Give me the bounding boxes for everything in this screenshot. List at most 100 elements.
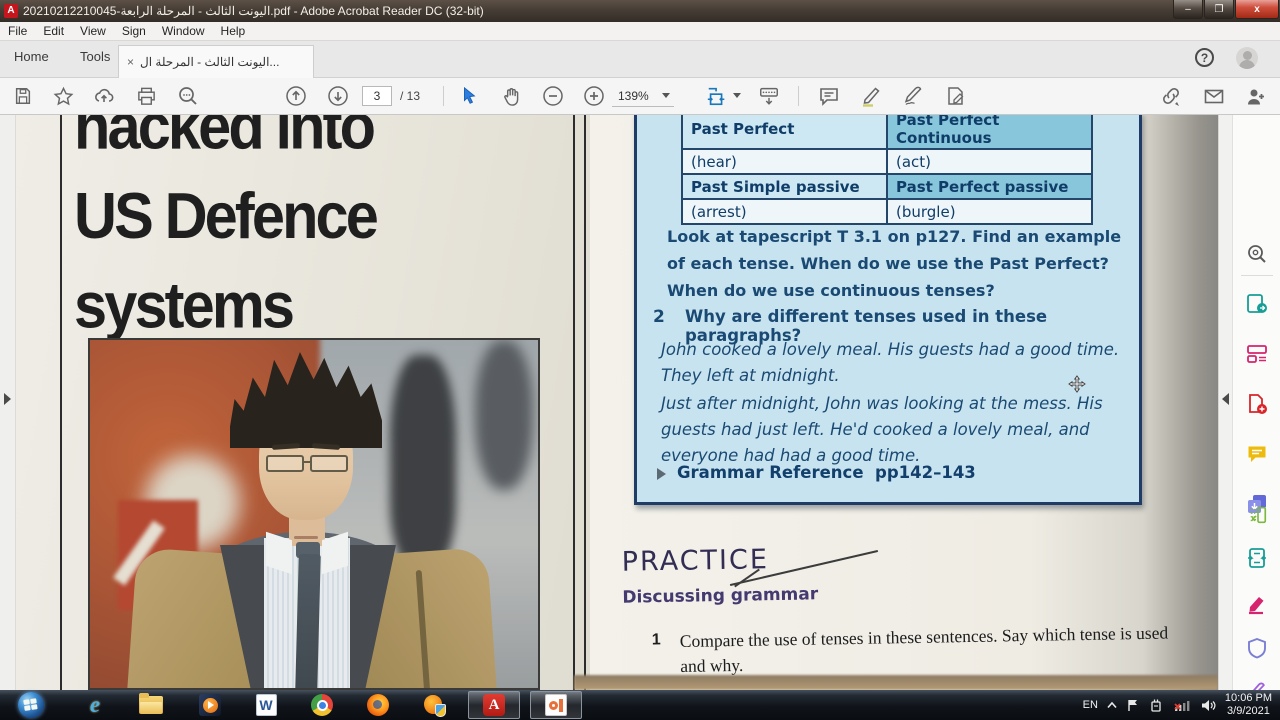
- highlight-icon[interactable]: [860, 85, 882, 107]
- menu-edit[interactable]: Edit: [35, 24, 72, 38]
- practice-subtitle: Discussing grammar: [622, 584, 819, 608]
- taskbar-security-app[interactable]: [410, 691, 458, 719]
- taskbar-powerpoint-active[interactable]: [530, 691, 582, 719]
- media-player-icon: [199, 694, 221, 716]
- zoom-dropdown-caret[interactable]: [662, 93, 670, 98]
- menu-help[interactable]: Help: [213, 24, 254, 38]
- table-row: Past Perfect Past Perfect Continuous: [681, 115, 1093, 150]
- account-avatar[interactable]: [1236, 47, 1258, 69]
- powerpoint-icon: [545, 694, 567, 716]
- example-paragraph: John cooked a lovely meal. His guests ha…: [661, 340, 1120, 385]
- firefox-icon: [367, 694, 389, 716]
- tab-document[interactable]: × اليونت الثالث - المرحلة ال...: [118, 45, 314, 78]
- star-favorite-icon[interactable]: [52, 85, 74, 107]
- windows-flag-icon: [23, 698, 39, 712]
- clock-date: 3/9/2021: [1227, 705, 1270, 717]
- taskbar-clock[interactable]: 10:06 PM 3/9/2021: [1225, 692, 1272, 718]
- tense-table: Past Perfect Past Perfect Continuous (he…: [681, 115, 1093, 225]
- zoom-level-value[interactable]: 139%: [618, 89, 649, 103]
- menu-file[interactable]: File: [0, 24, 35, 38]
- collapse-tools-pane-icon[interactable]: [1222, 393, 1229, 405]
- tab-tools[interactable]: Tools: [80, 49, 110, 64]
- minimize-button[interactable]: –: [1173, 0, 1203, 19]
- taskbar-internet-explorer[interactable]: e: [72, 691, 118, 719]
- organize-pages-icon[interactable]: [1248, 505, 1270, 527]
- redact-icon[interactable]: [1246, 593, 1268, 615]
- help-icon[interactable]: ?: [1195, 48, 1214, 67]
- scrollbar[interactable]: [1218, 115, 1232, 690]
- nav-pane-strip[interactable]: [0, 115, 16, 690]
- edit-tools-icon[interactable]: [944, 85, 966, 107]
- fit-dropdown-caret[interactable]: [733, 93, 741, 98]
- table-cell: (arrest): [681, 198, 888, 225]
- item-number: 1: [651, 631, 661, 649]
- protect-icon[interactable]: [1246, 637, 1268, 659]
- expand-nav-pane-icon[interactable]: [4, 393, 11, 405]
- tab-home[interactable]: Home: [14, 49, 49, 64]
- network-offline-icon[interactable]: [1173, 698, 1191, 713]
- comment-tool-icon[interactable]: [1246, 443, 1268, 465]
- mouse-move-cursor: [1068, 375, 1086, 393]
- print-icon[interactable]: [135, 85, 157, 107]
- taskbar-file-explorer[interactable]: [126, 691, 176, 719]
- compress-pdf-icon[interactable]: [1246, 547, 1268, 569]
- column-rule: [60, 115, 62, 690]
- column-rule: [573, 115, 575, 690]
- table-row: (arrest) (burgle): [681, 198, 1093, 225]
- tab-bar: Home Tools × اليونت الثالث - المرحلة ال.…: [0, 41, 1280, 78]
- comment-icon[interactable]: [818, 85, 840, 107]
- window-title: 20210212210045-اليونت الثالث - المرحلة ا…: [23, 4, 484, 18]
- table-row: (hear) (act): [681, 148, 1093, 175]
- language-indicator[interactable]: EN: [1083, 699, 1098, 711]
- find-icon[interactable]: [177, 85, 199, 107]
- tab-close-icon[interactable]: ×: [127, 55, 134, 69]
- fill-sign-icon[interactable]: [902, 85, 924, 107]
- page-up-icon[interactable]: [285, 85, 307, 107]
- export-pdf-icon[interactable]: [1246, 293, 1268, 315]
- toolbar-menu-icon[interactable]: [758, 85, 780, 107]
- item-text: Compare the use of tenses in these sente…: [679, 622, 1169, 677]
- zoom-in-icon[interactable]: [583, 85, 605, 107]
- send-mail-icon[interactable]: [1203, 85, 1225, 107]
- save-icon[interactable]: [12, 85, 34, 107]
- acrobat-reader-icon: A: [483, 694, 505, 716]
- restore-button[interactable]: ❐: [1204, 0, 1234, 19]
- start-button[interactable]: [18, 692, 44, 718]
- practice-section: PRACTICE Discussing grammar: [621, 543, 819, 608]
- pdf-page[interactable]: hacked into US Defence systems Past Perf…: [16, 115, 1218, 690]
- menu-bar: File Edit View Sign Window Help: [0, 22, 1280, 41]
- taskbar-chrome[interactable]: [298, 691, 346, 719]
- tab-document-label: اليونت الثالث - المرحلة ال...: [140, 55, 280, 69]
- column-rule: [584, 115, 586, 690]
- menu-view[interactable]: View: [72, 24, 114, 38]
- newspaper-photo: [88, 338, 540, 690]
- volume-icon[interactable]: [1200, 698, 1216, 713]
- usb-device-icon[interactable]: [1149, 698, 1164, 713]
- select-tool-icon[interactable]: [458, 85, 480, 107]
- internet-explorer-icon: e: [89, 692, 101, 717]
- page-count-label: / 13: [400, 89, 421, 103]
- page-number-input[interactable]: [362, 86, 392, 106]
- search-tool-icon[interactable]: [1246, 243, 1268, 265]
- taskbar-word[interactable]: W: [242, 691, 290, 719]
- hand-tool-icon[interactable]: [500, 85, 522, 107]
- menu-sign[interactable]: Sign: [114, 24, 154, 38]
- edit-pdf-icon[interactable]: [1246, 343, 1268, 365]
- table-cell: (act): [886, 148, 1093, 175]
- action-center-flag-icon[interactable]: [1126, 698, 1140, 712]
- taskbar-firefox[interactable]: [354, 691, 402, 719]
- fit-width-icon[interactable]: [706, 85, 728, 107]
- table-cell: Past Perfect passive: [886, 173, 1093, 200]
- share-people-icon[interactable]: [1245, 85, 1267, 107]
- taskbar-media-player[interactable]: [186, 691, 234, 719]
- close-button[interactable]: x: [1235, 0, 1279, 19]
- menu-window[interactable]: Window: [154, 24, 213, 38]
- share-cloud-icon[interactable]: [93, 85, 115, 107]
- system-tray: EN 10:06 PM 3/9/2021: [1083, 690, 1280, 720]
- share-link-icon[interactable]: [1160, 85, 1182, 107]
- zoom-out-icon[interactable]: [542, 85, 564, 107]
- hidden-icons-chevron[interactable]: [1107, 701, 1117, 709]
- create-pdf-icon[interactable]: [1246, 393, 1268, 415]
- taskbar-acrobat-active[interactable]: A: [468, 691, 520, 719]
- page-down-icon[interactable]: [327, 85, 349, 107]
